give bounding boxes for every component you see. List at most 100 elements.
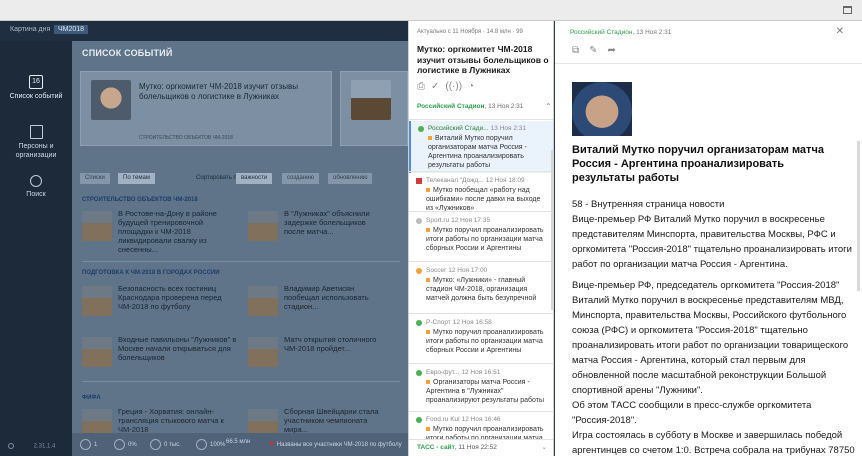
tab-by-topics[interactable]: По темам bbox=[118, 173, 155, 184]
window-restore-icon[interactable] bbox=[843, 6, 852, 14]
gauge-icon[interactable]: ◔ bbox=[468, 81, 474, 92]
news-title: В "Лужниках" объяснили задержке болельщи… bbox=[284, 209, 370, 236]
status-bar: 1 0% 0 тыс. 100% 66.5 млн ★ Названы все … bbox=[72, 433, 408, 456]
news-thumbnail bbox=[248, 211, 278, 241]
article-paragraph: Игра состоялась в субботу в Москве и зав… bbox=[572, 430, 855, 456]
hero-card[interactable]: Мутко: оргкомитет ЧМ-2018 изучит отзывы … bbox=[80, 71, 332, 146]
article-body: 58 - Внутренняя страница новости Вице-пр… bbox=[572, 197, 857, 456]
list-item[interactable]: Российский Стади... 13 Ноя 2:31 Виталий М… bbox=[409, 121, 553, 173]
item-source: Food.ru Kul 12 Ноя 16:46 bbox=[426, 416, 501, 423]
background-app: Картина дня ЧМ2018 16 Список событий Пер… bbox=[0, 21, 408, 456]
edit-icon[interactable]: ✎ bbox=[589, 45, 597, 56]
news-thumbnail bbox=[248, 337, 278, 367]
sort-updated[interactable]: обновлению bbox=[328, 173, 373, 184]
item-source: Sport.ru 12 Ноя 17:35 bbox=[426, 217, 491, 224]
news-title: Безопасность всех гостиниц Краснодара пр… bbox=[118, 284, 222, 311]
event-toolbar: ⎙ ✓ ((·)) ◔ bbox=[417, 81, 480, 95]
item-text: Мутко: «Лужники» - главный стадион ЧМ-20… bbox=[426, 277, 537, 302]
list-item[interactable]: Sport.ru 12 Ноя 17:35 Мутко поручил проан… bbox=[409, 213, 553, 256]
list-item[interactable]: Входные павильоны "Лужников" в Москве на… bbox=[82, 333, 242, 373]
source-icon bbox=[416, 370, 422, 376]
source-icon bbox=[416, 320, 422, 326]
event-source[interactable]: Российский Стадион, 13 Ноя 2:31 ⌃ bbox=[417, 102, 552, 111]
divider bbox=[82, 381, 400, 382]
news-title: Входные павильоны "Лужников" в Москве на… bbox=[118, 335, 237, 362]
news-title: В Ростове-на-Дону в районе будущей трени… bbox=[118, 209, 217, 254]
footer-source: ТАСС - сайт bbox=[417, 444, 455, 451]
list-item[interactable]: В Ростове-на-Дону в районе будущей трени… bbox=[82, 207, 242, 254]
nav-event-list-label: Список событий bbox=[9, 93, 63, 100]
divider bbox=[409, 313, 553, 314]
news-thumbnail bbox=[82, 286, 112, 316]
article-title: Виталий Мутко поручил организаторам матч… bbox=[572, 144, 824, 184]
item-source: Телеканал "Дожд... 12 Ноя 18:09 bbox=[426, 177, 525, 184]
list-footer-item[interactable]: ТАСС - сайт, 11 Ноя 22:52 ⌄ bbox=[409, 439, 553, 456]
article-source-name: Российский Стадион bbox=[570, 29, 633, 36]
related-news-panel: Актуально с 11 Ноября · 14.8 млн · 99 Му… bbox=[408, 21, 554, 456]
list-item[interactable]: Владимир Аветисян пообещал использовать … bbox=[248, 282, 408, 322]
news-thumbnail bbox=[248, 286, 278, 316]
news-title: Греция - Хорватия: онлайн-трансляция сты… bbox=[118, 407, 224, 434]
nav-persons-orgs[interactable]: Персоны и организации bbox=[0, 125, 72, 160]
coverage-icon bbox=[196, 439, 207, 450]
gear-icon[interactable] bbox=[8, 443, 14, 450]
crumb-wc2018[interactable]: ЧМ2018 bbox=[54, 25, 89, 34]
article-source[interactable]: Российский Стадион, 13 Ноя 2:31 bbox=[570, 29, 671, 36]
list-item[interactable]: Безопасность всех гостиниц Краснодара пр… bbox=[82, 282, 242, 322]
nav-persons-orgs-label: Персоны и организации bbox=[15, 143, 57, 159]
list-item[interactable]: Евро-фут... 12 Ноя 16:51 Организаторы мат… bbox=[409, 365, 553, 408]
status-alerts[interactable]: 1 bbox=[80, 439, 97, 450]
article-scrollbar[interactable] bbox=[857, 141, 860, 291]
list-scrollbar[interactable] bbox=[551, 150, 554, 310]
collapse-icon[interactable]: ⌃ bbox=[545, 102, 552, 111]
source-icon bbox=[418, 126, 424, 132]
news-title: Владимир Аветисян пообещал использовать … bbox=[284, 284, 369, 311]
list-item[interactable]: Матч открытия столичного ЧМ-2018 пройдет… bbox=[248, 333, 408, 373]
item-source: Soccer 12 Ноя 17:00 bbox=[426, 267, 488, 274]
calendar-icon: 16 bbox=[29, 75, 43, 89]
list-item[interactable]: Р-Спорт 12 Ноя 16:58 Мутко поручил проана… bbox=[409, 315, 553, 358]
list-item[interactable]: Food.ru Kul 12 Ноя 16:46 Мутко поручил пр… bbox=[409, 412, 553, 440]
source-icon bbox=[416, 178, 422, 184]
divider bbox=[555, 63, 862, 64]
version-number: 2.31.1.4 bbox=[33, 444, 56, 450]
news-thumbnail bbox=[82, 337, 112, 367]
crumb-picture-of-day[interactable]: Картина дня bbox=[10, 26, 50, 33]
expand-icon[interactable]: ⌄ bbox=[542, 443, 547, 451]
tab-lists[interactable]: Списки bbox=[80, 173, 110, 184]
nav-search[interactable]: Поиск bbox=[0, 175, 72, 199]
hero-title: Мутко: оргкомитет ЧМ-2018 изучит отзывы … bbox=[139, 82, 298, 101]
hero-card[interactable] bbox=[340, 71, 408, 146]
list-item[interactable]: Телеканал "Дожд... 12 Ноя 18:09 Мутко поо… bbox=[409, 173, 553, 216]
list-item[interactable]: Soccer 12 Ноя 17:00 Мутко: «Лужники» - гл… bbox=[409, 263, 553, 306]
star-icon: ★ bbox=[268, 439, 276, 448]
sort-created[interactable]: созданию bbox=[282, 173, 319, 184]
event-meta: Актуально с 11 Ноября · 14.8 млн · 99 bbox=[417, 29, 523, 35]
print-icon[interactable]: ⎙ bbox=[417, 81, 425, 92]
close-icon[interactable]: ✕ bbox=[836, 26, 844, 37]
status-ticker[interactable]: ★ Названы все участники ЧМ-2018 по футбо… bbox=[268, 439, 402, 448]
version-info: 2.31.1.4 bbox=[8, 443, 55, 450]
divider bbox=[409, 171, 553, 172]
section-title: ФИФА bbox=[82, 395, 101, 401]
item-source: Российский Стади... 13 Ноя 2:31 bbox=[428, 125, 526, 132]
top-breadcrumb-bar: Картина дня ЧМ2018 bbox=[0, 21, 408, 41]
check-icon[interactable]: ✓ bbox=[431, 81, 439, 92]
list-item[interactable]: В "Лужниках" объяснили задержке болельщи… bbox=[248, 207, 408, 247]
book-icon bbox=[29, 125, 43, 139]
item-text: Мутко поручил проанализировать итоги раб… bbox=[426, 227, 544, 252]
divider bbox=[409, 119, 553, 120]
sort-importance[interactable]: важности bbox=[236, 173, 273, 184]
broadcast-icon[interactable]: ((·)) bbox=[445, 81, 462, 92]
article-photo bbox=[572, 82, 632, 136]
nav-event-list[interactable]: 16 Список событий bbox=[0, 75, 72, 101]
article-time: 13 Ноя 2:31 bbox=[636, 29, 672, 36]
source-icon bbox=[416, 268, 422, 274]
section-title: ПОДГОТОВКА К ЧМ-2018 В ГОРОДАХ РОССИИ bbox=[82, 270, 220, 276]
article-panel: Российский Стадион, 13 Ноя 2:31 ✕ ⧉ ✎ ➦ Ви… bbox=[555, 21, 862, 456]
news-thumbnail bbox=[82, 211, 112, 241]
share-icon[interactable]: ➦ bbox=[608, 45, 616, 56]
open-external-icon[interactable]: ⧉ bbox=[572, 45, 579, 56]
filter-bar: Списки По темам Сортировать по важности … bbox=[80, 173, 408, 185]
event-title: Мутко: оргкомитет ЧМ-2018 изучит отзывы … bbox=[417, 44, 549, 75]
